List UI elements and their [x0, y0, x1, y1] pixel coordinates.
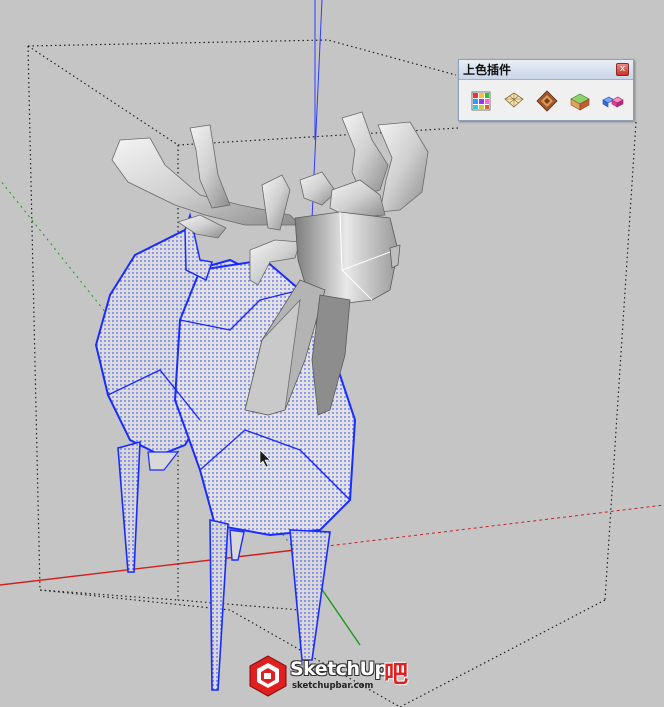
paint-palette-button[interactable]: [467, 88, 495, 114]
coloring-plugin-toolbar[interactable]: 上色插件 x: [458, 59, 634, 121]
toolbar-titlebar[interactable]: 上色插件 x: [459, 60, 633, 80]
texture-tile-icon: [536, 90, 558, 112]
toolbar-title: 上色插件: [463, 63, 512, 77]
material-swap-icon: [602, 96, 624, 108]
brand-url: sketchupbar.com: [292, 681, 374, 691]
material-swap-button[interactable]: [599, 88, 627, 114]
brand-text: SketchUp: [290, 658, 388, 680]
brand-suffix: 吧: [384, 660, 408, 688]
color-grid-icon: [471, 91, 491, 111]
uv-grid-button[interactable]: [500, 88, 528, 114]
sketchup-viewport[interactable]: 上色插件 x SketchUp 吧 sketchupbar.com: [0, 0, 664, 707]
sketchupbar-watermark: SketchUp 吧 sketchupbar.com: [248, 653, 418, 699]
close-icon[interactable]: x: [616, 63, 629, 76]
sketchup-logo-icon: [249, 655, 287, 697]
texture-button[interactable]: [533, 88, 561, 114]
box-paint-button[interactable]: [566, 88, 594, 114]
uv-map-icon: [504, 92, 524, 108]
box-paint-icon: [570, 93, 590, 111]
toolbar-buttons: [459, 80, 633, 114]
